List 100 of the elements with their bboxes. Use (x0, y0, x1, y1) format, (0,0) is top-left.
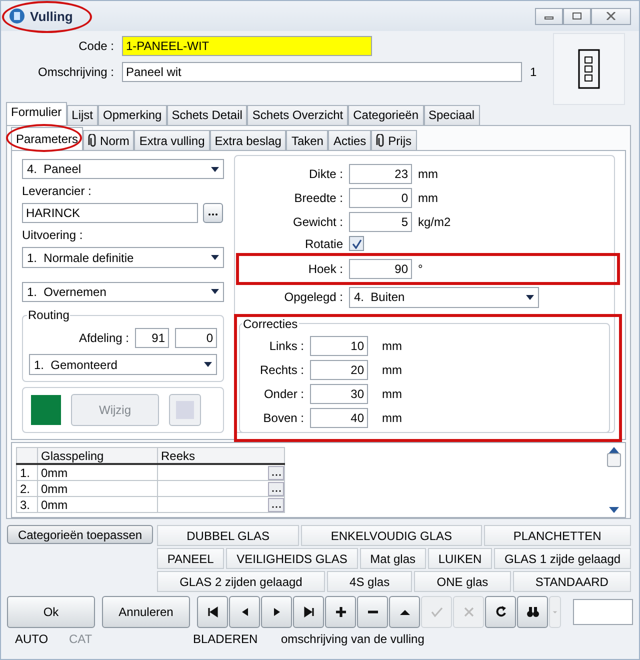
sub-department-field[interactable]: 0 (175, 328, 217, 348)
panel-drawing (578, 49, 600, 89)
table-cell[interactable]: 0mm (38, 480, 158, 496)
unit-label: mm (418, 167, 438, 181)
last-record-icon (302, 605, 316, 619)
scroll-down-icon[interactable] (609, 507, 619, 513)
ellipsis-icon (272, 490, 280, 492)
section-tab[interactable]: Acties (328, 130, 372, 150)
form-tab[interactable]: Lijst (66, 105, 98, 125)
section-tab[interactable]: Norm (83, 130, 134, 150)
angle-field[interactable]: 90 (349, 259, 412, 279)
apply-categories-button[interactable]: Categorieën toepassen (7, 525, 153, 544)
form-tab[interactable]: Opmerking (98, 105, 167, 125)
section-tab[interactable]: Taken (286, 130, 328, 150)
type-select[interactable]: 4. Paneel (22, 159, 224, 180)
category-button[interactable]: ENKELVOUDIG GLAS (301, 525, 482, 546)
section-tab[interactable]: Extra vulling (134, 130, 210, 150)
description-count: 1 (530, 65, 537, 79)
takeover-select[interactable]: 1. Overnemen (22, 282, 224, 302)
category-button[interactable]: LUIKEN (428, 548, 492, 569)
laid-select[interactable]: 4. Buiten (349, 286, 539, 308)
toolbar-button[interactable] (197, 596, 228, 628)
form-tab[interactable]: Categorieën (348, 105, 424, 125)
caret-icon (526, 294, 534, 300)
field-label: Breedte : (293, 191, 343, 205)
number-field[interactable]: 10 (310, 336, 368, 356)
browse-button[interactable] (203, 203, 223, 224)
rotation-checkbox[interactable] (349, 236, 364, 251)
record-field[interactable] (573, 599, 633, 625)
field-label: Boven : (262, 411, 304, 425)
routing-title: Routing (27, 308, 70, 322)
number-field[interactable]: 23 (349, 164, 412, 184)
category-button[interactable]: PANEEL (157, 548, 224, 569)
minimize-button[interactable] (535, 8, 563, 24)
caret-icon (211, 255, 219, 260)
category-button[interactable]: GLAS 1 zijde gelaagd (494, 548, 631, 569)
number-field[interactable]: 0 (349, 188, 412, 208)
category-button[interactable]: 4S glas (326, 571, 412, 592)
category-button[interactable]: PLANCHETTEN (484, 525, 631, 546)
ok-button[interactable]: Ok (7, 596, 95, 628)
execution-label: Uitvoering : (22, 228, 84, 242)
toolbar-button[interactable] (293, 596, 324, 628)
section-tab[interactable]: Extra beslag (210, 130, 286, 150)
form-tab[interactable]: Formulier (6, 102, 67, 125)
code-label: Code : (78, 39, 114, 53)
execution-select[interactable]: 1. Normale definitie (22, 247, 224, 268)
ellipsis-icon (208, 212, 218, 216)
field-label: Onder : (262, 387, 304, 401)
field-label: Rechts : (258, 363, 304, 377)
toolbar-button[interactable] (229, 596, 260, 628)
toolbar-button[interactable] (261, 596, 292, 628)
maximize-button[interactable] (563, 8, 591, 24)
square-icon (176, 401, 194, 419)
supplier-label: Leverancier : (22, 184, 92, 198)
first-record-icon (206, 605, 220, 619)
caret-icon (211, 289, 219, 294)
description-field[interactable]: Paneel wit (122, 62, 522, 82)
close-button[interactable] (591, 8, 631, 24)
form-tab[interactable]: Schets Overzicht (247, 105, 348, 125)
department-field[interactable]: 91 (135, 328, 169, 348)
unit-label: ° (418, 262, 423, 276)
number-field[interactable]: 30 (310, 384, 368, 404)
scroll-thumb[interactable] (607, 453, 621, 467)
category-button[interactable]: GLAS 2 zijden gelaagd (157, 571, 325, 592)
cancel-button[interactable]: Annuleren (102, 596, 190, 628)
department-label: Afdeling : (78, 331, 129, 345)
toolbar-button[interactable] (325, 596, 356, 628)
row-number: 2. (16, 480, 38, 496)
number-field[interactable]: 40 (310, 408, 368, 428)
category-button[interactable]: VEILIGHEIDS GLAS (226, 548, 358, 569)
number-field[interactable]: 5 (349, 212, 412, 232)
category-button[interactable]: ONE glas (414, 571, 511, 592)
unit-label: mm (382, 363, 402, 377)
row-number: 1. (16, 464, 38, 481)
category-button[interactable]: Mat glas (360, 548, 426, 569)
form-tab[interactable]: Schets Detail (166, 105, 248, 125)
number-field[interactable]: 20 (310, 360, 368, 380)
add-icon (334, 605, 348, 619)
toolbar-button[interactable] (485, 596, 516, 628)
supplier-field[interactable]: HARINCK (22, 203, 198, 224)
paperclip-icon (376, 134, 386, 148)
colour-swatch (31, 395, 61, 425)
category-button[interactable]: STANDAARD (512, 571, 632, 592)
section-tab[interactable]: Prijs (371, 130, 417, 150)
code-field[interactable]: 1-PANEEL-WIT (122, 36, 372, 56)
table-cell[interactable]: 0mm (38, 496, 158, 512)
table-cell[interactable]: 0mm (38, 464, 158, 481)
column-header: Reeks (158, 448, 284, 464)
paperclip-icon (88, 134, 98, 148)
close-icon (606, 12, 616, 20)
check-icon (430, 605, 444, 619)
form-tab[interactable]: Speciaal (424, 105, 480, 125)
routing-select[interactable]: 1. Gemonteerd (29, 354, 217, 375)
category-button[interactable]: DUBBEL GLAS (157, 525, 300, 546)
toolbar-button[interactable] (389, 596, 420, 628)
status-text: BLADEREN (193, 632, 259, 646)
toolbar-button[interactable] (517, 596, 548, 628)
unit-label: mm (382, 387, 402, 401)
toolbar-button[interactable] (357, 596, 388, 628)
field-label: Dikte : (308, 167, 343, 181)
